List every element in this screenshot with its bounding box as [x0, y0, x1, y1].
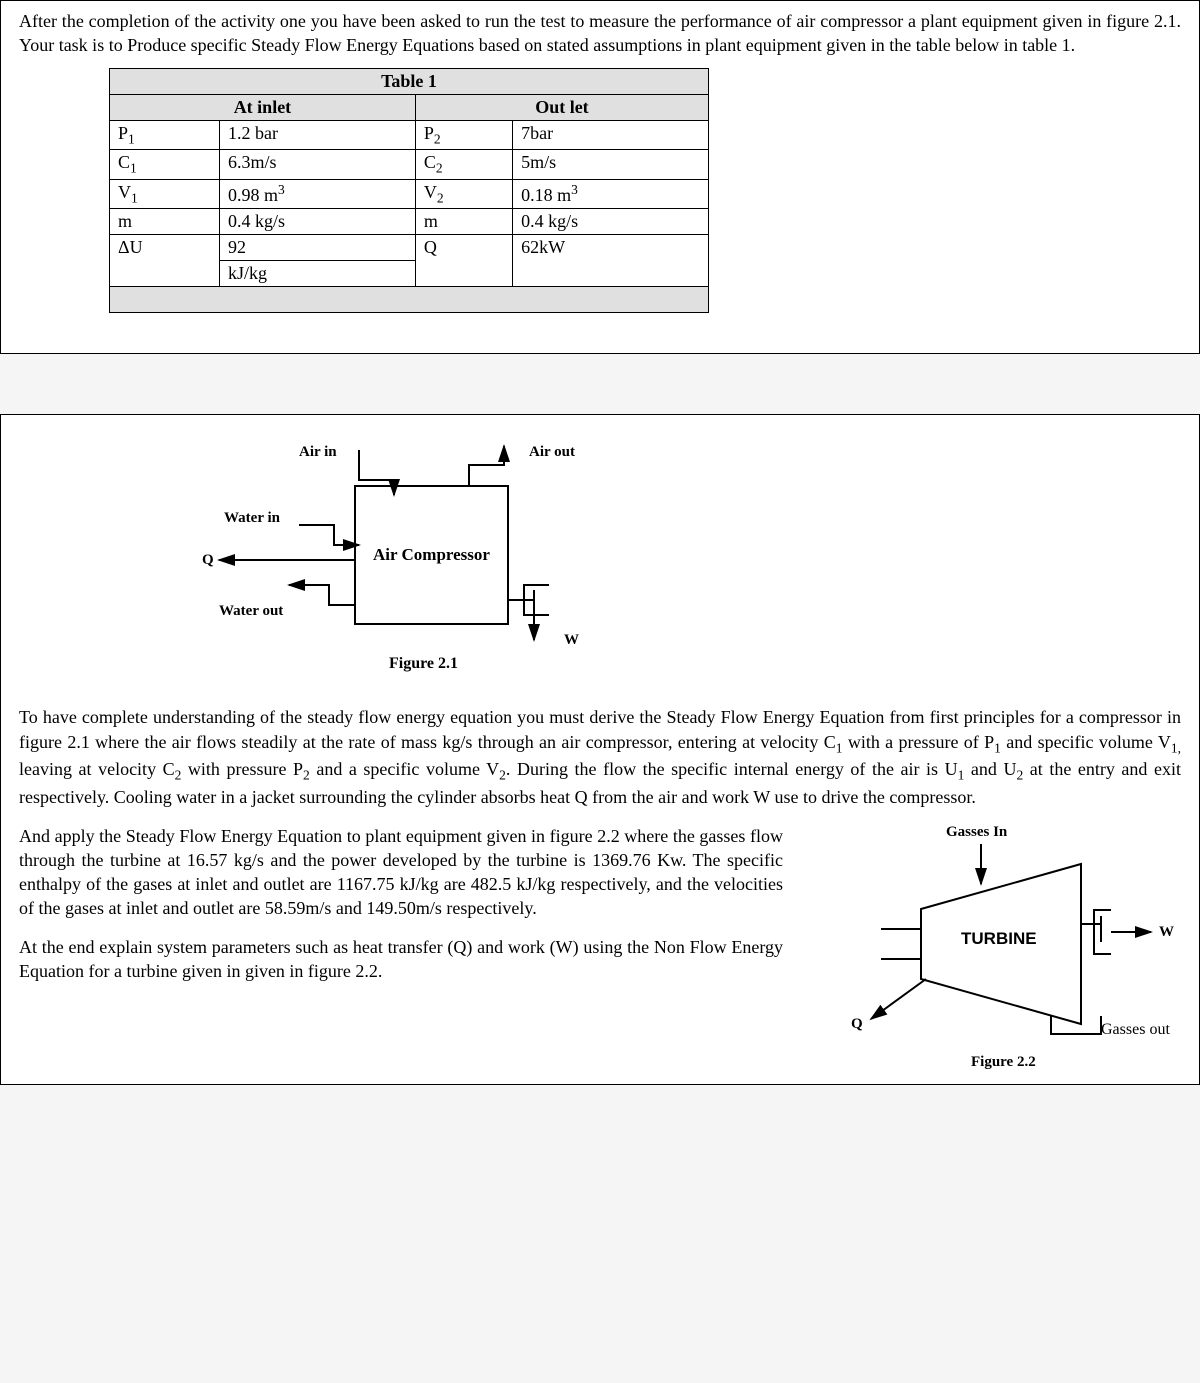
figure-2-1: Air Compressor Air in Air out Water in Q [169, 440, 789, 685]
table1-header-row: At inlet Out let [110, 94, 709, 120]
cell-v: 0.4 kg/s [220, 209, 416, 235]
cell-k: C1 [110, 150, 220, 180]
cell-k: C2 [415, 150, 512, 180]
cell-v: 7bar [513, 120, 709, 150]
label-q-turbine: Q [851, 1016, 863, 1033]
cell-v: 62kW [513, 235, 709, 287]
paragraph-explain: At the end explain system parameters suc… [19, 935, 783, 984]
table1: At inlet Out let P1 1.2 bar P2 7bar C1 6… [109, 94, 709, 288]
cell-k: V1 [110, 179, 220, 209]
label-water-out: Water out [219, 603, 283, 620]
table1-title: Table 1 [109, 68, 709, 94]
intro-paragraph: After the completion of the activity one… [19, 9, 1181, 58]
cell-k: P1 [110, 120, 220, 150]
cell-v: 0.18 m3 [513, 179, 709, 209]
cell-v: 6.3m/s [220, 150, 416, 180]
cell-k: ΔU [110, 235, 220, 287]
cell-v: 92 [220, 235, 416, 261]
cell-k: Q [415, 235, 512, 287]
label-turbine: TURBINE [961, 929, 1037, 949]
cell-v: kJ/kg [220, 261, 416, 287]
cell-v: 1.2 bar [220, 120, 416, 150]
figure-2-2: Gasses In TURBINE W Q Gasses out Figure … [801, 824, 1181, 1074]
label-gasses-out: Gasses out [1101, 1021, 1170, 1039]
section-bottom: Air Compressor Air in Air out Water in Q [0, 414, 1200, 1084]
label-w-turbine: W [1159, 924, 1174, 941]
paragraph-derivation: To have complete understanding of the st… [19, 705, 1181, 809]
cell-k: m [415, 209, 512, 235]
label-water-in: Water in [224, 510, 280, 527]
table-row: m 0.4 kg/s m 0.4 kg/s [110, 209, 709, 235]
header-inlet: At inlet [110, 94, 416, 120]
table-row: V1 0.98 m3 V2 0.18 m3 [110, 179, 709, 209]
cell-k: V2 [415, 179, 512, 209]
header-outlet: Out let [415, 94, 708, 120]
table-row: ΔU 92 Q 62kW [110, 235, 709, 261]
table1-footer-gap [109, 287, 709, 313]
section-top: After the completion of the activity one… [0, 0, 1200, 354]
cell-k: P2 [415, 120, 512, 150]
cell-k: m [110, 209, 220, 235]
figure22-caption: Figure 2.2 [971, 1054, 1036, 1071]
cell-v: 0.98 m3 [220, 179, 416, 209]
label-gasses-in: Gasses In [946, 824, 1007, 841]
table-row: C1 6.3m/s C2 5m/s [110, 150, 709, 180]
label-air-in: Air in [299, 444, 337, 461]
figure21-caption: Figure 2.1 [389, 655, 458, 673]
label-air-out: Air out [529, 444, 575, 461]
table-row: P1 1.2 bar P2 7bar [110, 120, 709, 150]
compressor-box: Air Compressor [354, 485, 509, 625]
label-q: Q [202, 552, 214, 569]
table1-container: Table 1 At inlet Out let P1 1.2 bar P2 7… [109, 68, 709, 314]
cell-v: 0.4 kg/s [513, 209, 709, 235]
paragraph-apply: And apply the Steady Flow Energy Equatio… [19, 824, 783, 921]
cell-v: 5m/s [513, 150, 709, 180]
label-w: W [564, 632, 579, 649]
